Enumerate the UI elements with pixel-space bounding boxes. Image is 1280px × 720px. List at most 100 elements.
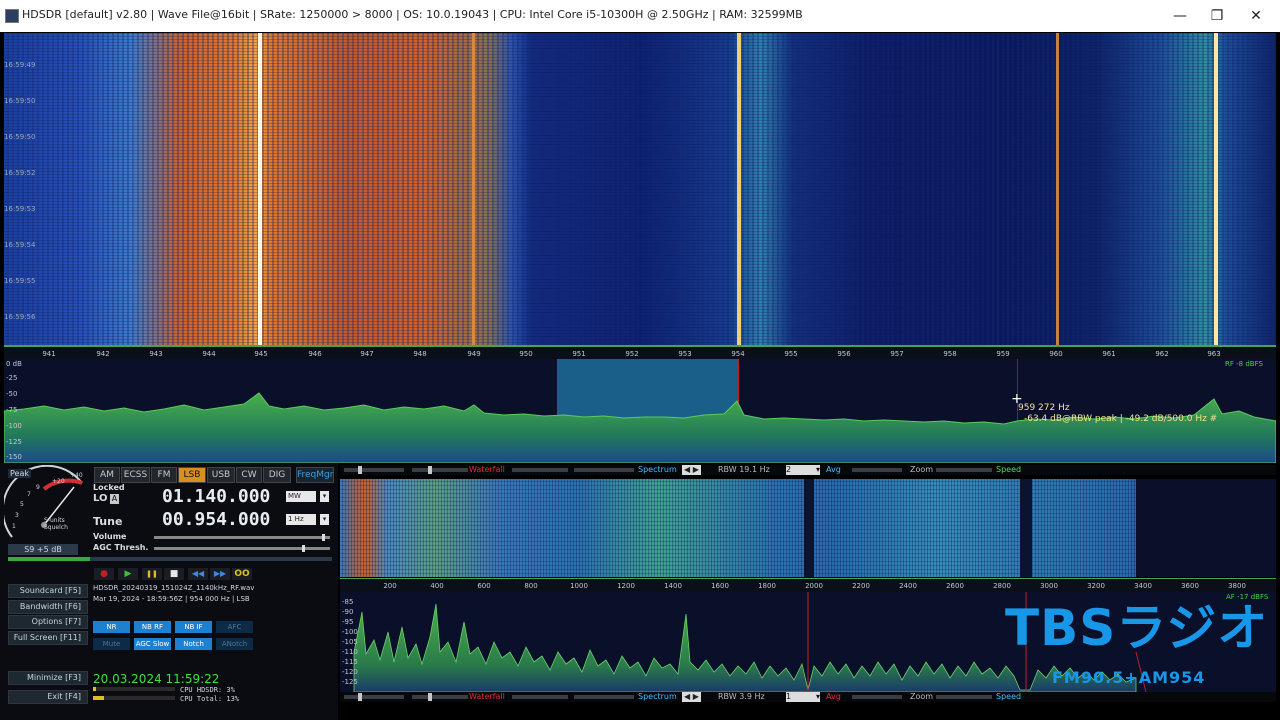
rf-waterfall[interactable]: 16:59:49 16:59:50 16:59:50 16:59:52 16:5… (4, 33, 1276, 345)
mute-button[interactable]: Mute (93, 638, 130, 650)
fast-forward-button[interactable]: ▶▶ (210, 568, 230, 580)
cpu-total-fill (93, 696, 104, 700)
full-screen-button[interactable]: Full Screen [F11] (8, 631, 88, 645)
slider-track[interactable] (574, 468, 634, 472)
waterfall-time-label: 16:59:49 (4, 61, 36, 69)
slider-knob[interactable] (358, 693, 362, 701)
chevron-down-icon[interactable]: ▾ (320, 491, 329, 502)
rf-level-label: RF -8 dBFS (1225, 360, 1263, 368)
waterfall-time-label: 16:59:53 (4, 205, 36, 213)
freq-tick: 959 (996, 350, 1010, 358)
play-button[interactable]: ▶ (118, 568, 138, 580)
loop-button[interactable]: OO (232, 568, 252, 580)
af-db-label: -110 (342, 648, 358, 656)
minimize-button[interactable]: Minimize [F3] (8, 671, 88, 685)
rewind-button[interactable]: ◀◀ (188, 568, 208, 580)
slider-track[interactable] (512, 695, 568, 699)
db-label: -125 (6, 438, 22, 446)
record-button[interactable]: ● (94, 568, 114, 580)
db-label: -100 (6, 422, 22, 430)
nr-button[interactable]: NR (93, 621, 130, 633)
volume-knob[interactable] (322, 534, 325, 541)
chevron-down-icon: ▾ (815, 465, 820, 474)
mode-lsb-button[interactable]: LSB (178, 467, 206, 483)
s-scale: 9 (36, 484, 40, 491)
stop-button[interactable]: ■ (164, 568, 184, 580)
agc-slow-button[interactable]: AGC Slow (134, 638, 171, 650)
freqmgr-button[interactable]: FreqMgr (296, 467, 334, 483)
slider-track[interactable] (512, 468, 568, 472)
soundcard-button[interactable]: Soundcard [F5] (8, 584, 88, 598)
nb-if-button[interactable]: NB IF (175, 621, 212, 633)
close-window-button[interactable]: ✕ (1236, 0, 1276, 32)
af-tick: 800 (524, 582, 538, 590)
af-waterfall[interactable] (340, 479, 1276, 577)
spectrum-control-strip: Waterfall Spectrum ◀ ▶ RBW 19.1 Hz 2 ▾ Av… (340, 465, 1276, 475)
mode-dig-button[interactable]: DIG (263, 467, 291, 483)
chevron-down-icon[interactable]: ▾ (320, 514, 329, 525)
slider-track[interactable] (936, 695, 992, 699)
squelch-bar[interactable] (8, 557, 332, 561)
rbw-arrows[interactable]: ◀ ▶ (682, 692, 701, 702)
slider-track[interactable] (344, 468, 404, 472)
cpu-total-bar (93, 696, 175, 700)
mode-usb-button[interactable]: USB (207, 467, 235, 483)
rbw-arrows[interactable]: ◀ ▶ (682, 465, 701, 475)
app-icon (5, 9, 19, 23)
slider-track[interactable] (936, 468, 992, 472)
slider-knob[interactable] (358, 466, 362, 474)
bandwidth-button[interactable]: Bandwidth [F6] (8, 600, 88, 614)
freq-tick: 944 (202, 350, 216, 358)
slider-track[interactable] (852, 468, 902, 472)
file-name: HDSDR_20240319_151024Z_1140kHz_RF.wav (93, 584, 255, 592)
slider-track[interactable] (574, 695, 634, 699)
avg-select[interactable]: 1 ▾ (786, 692, 820, 702)
mode-cw-button[interactable]: CW (236, 467, 262, 483)
volume-slider[interactable] (154, 536, 330, 539)
afc-button[interactable]: AFC (216, 621, 253, 633)
slider-track[interactable] (344, 695, 404, 699)
avg-label: Avg (826, 692, 841, 701)
af-db-label: -85 (342, 598, 354, 606)
slider-knob[interactable] (428, 693, 432, 701)
s-scale: +40 (70, 472, 83, 479)
peak-label[interactable]: Peak (8, 469, 31, 478)
af-tick: 1000 (570, 582, 588, 590)
cursor-readout: 959 272 Hz -63.4 dB@RBW peak | -49.2 dB/… (1018, 403, 1217, 425)
spectrum-label: Spectrum (638, 692, 677, 701)
options-button[interactable]: Options [F7] (8, 615, 88, 629)
minimize-window-button[interactable]: — (1160, 0, 1200, 32)
slider-track[interactable] (852, 695, 902, 699)
slider-track[interactable] (412, 695, 468, 699)
mode-am-button[interactable]: AM (94, 467, 120, 483)
af-tick: 1400 (664, 582, 682, 590)
notch-button[interactable]: Notch (175, 638, 212, 650)
freq-tick: 963 (1207, 350, 1221, 358)
freq-tick: 945 (254, 350, 268, 358)
avg-select[interactable]: 2 ▾ (786, 465, 820, 475)
notch-gap (1020, 479, 1032, 577)
tune-step-value: 1 Hz (286, 514, 316, 525)
af-frequency-scale[interactable]: 200 400 600 800 1000 1200 1400 1600 1800… (340, 578, 1276, 593)
pause-button[interactable]: ❚❚ (142, 568, 162, 580)
nb-rf-button[interactable]: NB RF (134, 621, 171, 633)
tune-frequency[interactable]: 00.954.000 (162, 509, 270, 530)
lo-a-button[interactable]: A (110, 494, 119, 504)
agc-threshold-knob[interactable] (302, 545, 305, 552)
s-scale: 1 (12, 523, 16, 530)
exit-button[interactable]: Exit [F4] (8, 690, 88, 704)
waterfall-time-label: 16:59:54 (4, 241, 36, 249)
db-label: -75 (6, 406, 18, 414)
mode-ecss-button[interactable]: ECSS (121, 467, 150, 483)
s-scale: 3 (15, 512, 19, 519)
lo-frequency[interactable]: 01.140.000 (162, 486, 270, 507)
s-scale: 7 (27, 491, 31, 498)
slider-track[interactable] (412, 468, 468, 472)
freq-tick: 948 (413, 350, 427, 358)
restore-window-button[interactable]: ❐ (1197, 0, 1237, 32)
anotch-button[interactable]: ANotch (216, 638, 253, 650)
af-db-label: -125 (342, 678, 358, 686)
slider-knob[interactable] (428, 466, 432, 474)
cpu-total-text: CPU Total: 13% (180, 695, 240, 703)
mode-fm-button[interactable]: FM (151, 467, 177, 483)
